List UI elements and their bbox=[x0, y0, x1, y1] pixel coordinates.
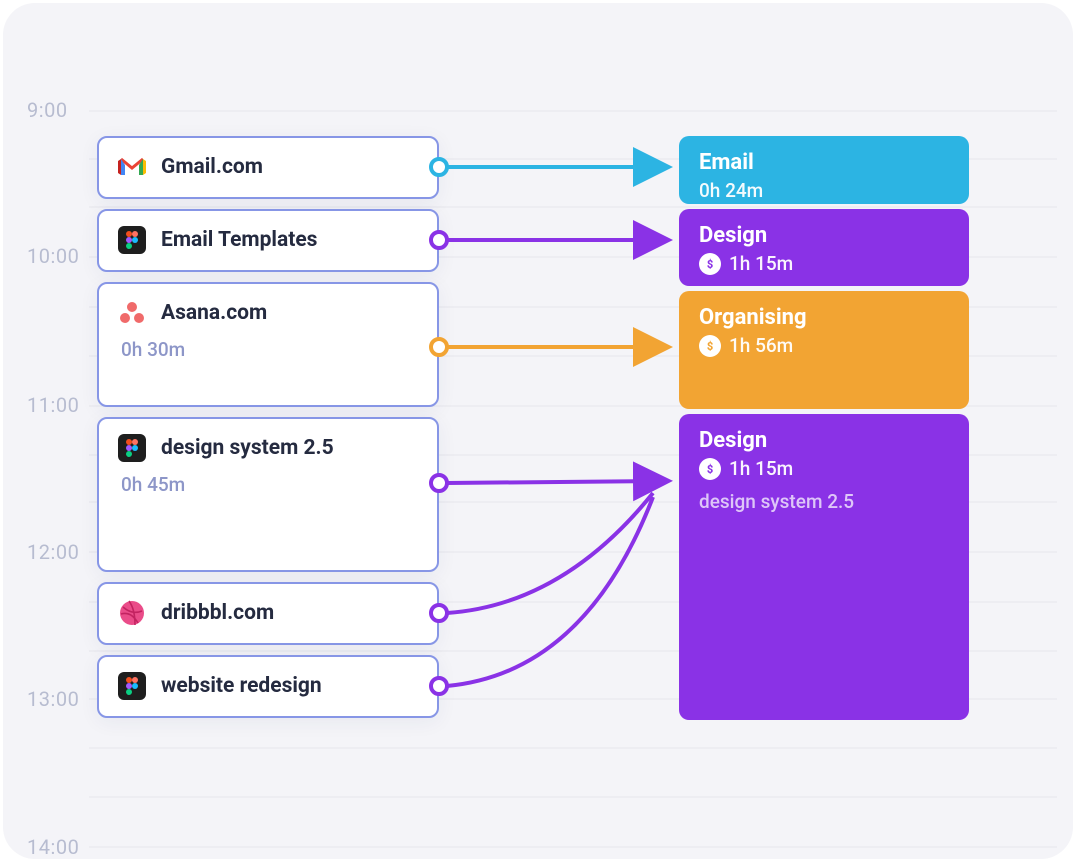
category-subtitle: design system 2.5 bbox=[699, 490, 949, 513]
hour-label: 11:00 bbox=[27, 393, 79, 417]
hour-label: 10:00 bbox=[27, 244, 79, 268]
category-duration: 1h 15m bbox=[729, 252, 793, 275]
gridline bbox=[89, 796, 1057, 798]
hour-label: 13:00 bbox=[27, 687, 79, 711]
activity-duration: 0h 30m bbox=[121, 338, 419, 361]
category-card-email[interactable]: Email 0h 24m bbox=[679, 136, 969, 204]
timeline-panel: 9:00 10:00 11:00 12:00 13:00 14:00 Gmail… bbox=[3, 3, 1073, 859]
activity-card-website-redesign[interactable]: website redesign bbox=[97, 655, 439, 718]
billable-icon: $ bbox=[699, 253, 721, 275]
category-card-organising[interactable]: Organising $ 1h 56m bbox=[679, 291, 969, 409]
hour-label: 14:00 bbox=[27, 835, 79, 859]
svg-text:$: $ bbox=[707, 340, 713, 353]
activity-title: Asana.com bbox=[161, 301, 267, 325]
figma-icon bbox=[117, 671, 147, 701]
category-duration: 1h 15m bbox=[729, 457, 793, 480]
activity-title: dribbbl.com bbox=[161, 601, 274, 625]
activity-title: Email Templates bbox=[161, 228, 317, 252]
activity-title: Gmail.com bbox=[161, 155, 263, 179]
gridline bbox=[89, 206, 1057, 208]
category-duration: 1h 56m bbox=[729, 334, 793, 357]
gridline bbox=[89, 110, 1057, 112]
category-title: Organising bbox=[699, 305, 949, 330]
category-duration: 0h 24m bbox=[699, 179, 763, 202]
activity-title: design system 2.5 bbox=[161, 436, 334, 460]
activity-card-gmail[interactable]: Gmail.com bbox=[97, 136, 439, 199]
billable-icon: $ bbox=[699, 335, 721, 357]
hour-label: 12:00 bbox=[27, 540, 79, 564]
svg-text:$: $ bbox=[707, 258, 713, 271]
svg-text:$: $ bbox=[707, 463, 713, 476]
figma-icon bbox=[117, 225, 147, 255]
activity-title: website redesign bbox=[161, 674, 322, 698]
figma-icon bbox=[117, 433, 147, 463]
activity-card-email-templates[interactable]: Email Templates bbox=[97, 209, 439, 272]
asana-icon bbox=[117, 298, 147, 328]
activity-card-asana[interactable]: Asana.com 0h 30m bbox=[97, 282, 439, 407]
gridline bbox=[89, 747, 1057, 749]
category-card-design[interactable]: Design $ 1h 15m bbox=[679, 209, 969, 286]
activity-card-dribbble[interactable]: dribbbl.com bbox=[97, 582, 439, 645]
activity-duration: 0h 45m bbox=[121, 473, 419, 496]
activity-card-design-system[interactable]: design system 2.5 0h 45m bbox=[97, 417, 439, 572]
category-card-design-2[interactable]: Design $ 1h 15m design system 2.5 bbox=[679, 414, 969, 720]
category-title: Design bbox=[699, 428, 949, 453]
dribbble-icon bbox=[117, 598, 147, 628]
billable-icon: $ bbox=[699, 458, 721, 480]
hour-label: 9:00 bbox=[27, 98, 68, 122]
category-title: Design bbox=[699, 223, 949, 248]
category-title: Email bbox=[699, 150, 949, 175]
gridline bbox=[89, 846, 1057, 848]
gmail-icon bbox=[117, 152, 147, 182]
